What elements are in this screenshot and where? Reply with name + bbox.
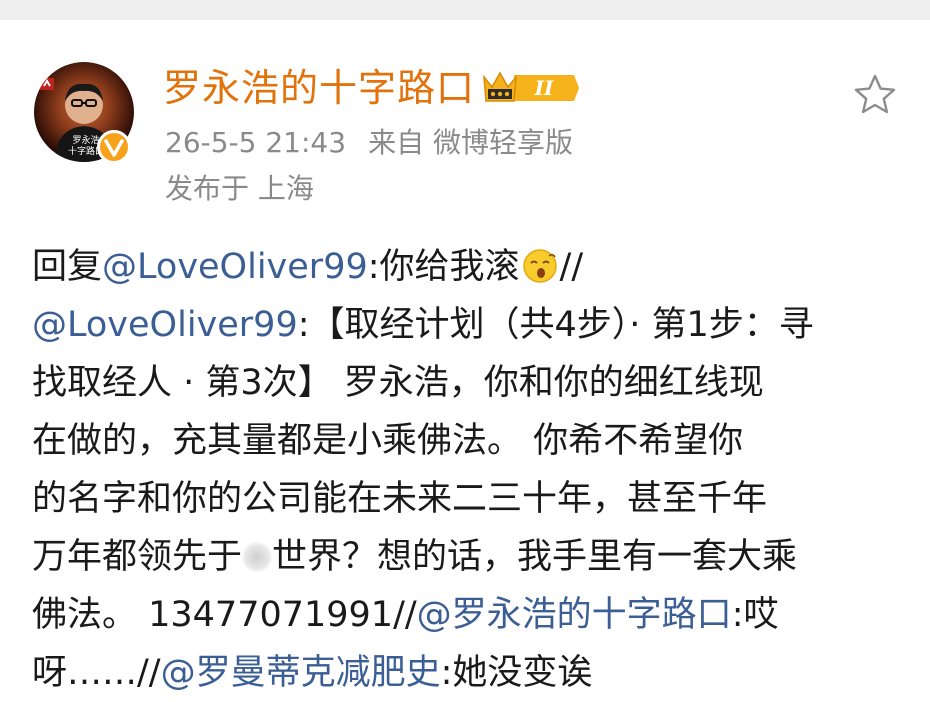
mention-link[interactable]: @LoveOliver99	[102, 247, 368, 287]
top-status-strip	[0, 0, 930, 20]
post-meta: 26-5-5 21:43 来自 微博轻享版	[165, 124, 573, 162]
post-text: 万年都领先于	[32, 537, 243, 577]
location-prefix: 发布于	[165, 172, 250, 205]
verified-icon	[97, 130, 131, 164]
post-line: 找取经人 · 第3次】 罗永浩，你和你的细红线现	[32, 363, 764, 403]
source-client[interactable]: 微博轻享版	[433, 126, 573, 159]
source-prefix: 来自	[368, 126, 425, 159]
author-name[interactable]: 罗永浩的十字路口	[163, 64, 475, 112]
mention-link[interactable]: @罗永浩的十字路口	[417, 595, 732, 635]
post-line: 的名字和你的公司能在未来二三十年，甚至千年	[32, 479, 768, 519]
post-line: 在做的，充其量都是小乘佛法。 你希不希望你	[32, 421, 744, 461]
vip-level-text: II	[534, 76, 554, 100]
post-text: 佛法。 13477071991//	[32, 595, 417, 635]
post-location: 发布于 上海	[165, 170, 314, 208]
repost-separator: //	[559, 247, 584, 287]
post-line: @LoveOliver99:【取经计划（共4步）· 第1步：寻	[32, 296, 912, 354]
post-text: :你给我滚	[367, 247, 520, 287]
vip-crown-badge[interactable]: II	[478, 65, 580, 111]
yawn-emoji-icon	[522, 244, 558, 283]
post-text: :她没变诶	[440, 653, 593, 693]
post-line: 回复@LoveOliver99:你给我滚 //	[32, 238, 912, 296]
location-value: 上海	[257, 172, 314, 205]
mention-link[interactable]: @LoveOliver99	[32, 305, 298, 345]
post-text: 呀……//	[32, 653, 161, 693]
mention-link[interactable]: @罗曼蒂克减肥史	[161, 653, 441, 693]
post-timestamp: 26-5-5 21:43	[165, 126, 347, 159]
post-line: 佛法。 13477071991//@罗永浩的十字路口:哎	[32, 586, 912, 644]
post-text: :哎	[731, 595, 779, 635]
post-content: 回复@LoveOliver99:你给我滚// @LoveOliver99:【取经…	[32, 238, 912, 702]
post-text: 世界？想的话，我手里有一套大乘	[272, 537, 798, 577]
image-artifact	[242, 542, 273, 572]
post-line: 呀……//@罗曼蒂克减肥史:她没变诶	[32, 644, 912, 702]
favorite-star-icon[interactable]	[852, 72, 898, 118]
reply-prefix: 回复	[32, 247, 103, 287]
post-line: 万年都领先于 世界？想的话，我手里有一套大乘	[32, 528, 912, 586]
post-text: :【取经计划（共4步）· 第1步：寻	[297, 305, 814, 345]
